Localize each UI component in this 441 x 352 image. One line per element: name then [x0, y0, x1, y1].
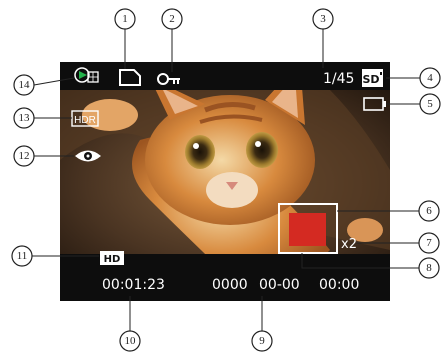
focus-box — [289, 213, 326, 246]
callout-4: 4 — [419, 67, 441, 89]
callout-3: 3 — [312, 8, 334, 30]
sd-card-icon: SD — [362, 69, 383, 87]
hd-video-icon: HD — [100, 251, 124, 265]
callout-8: 8 — [418, 257, 440, 279]
date-year: 0000 — [212, 277, 248, 293]
callout-5: 5 — [419, 93, 441, 115]
callout-12: 12 — [13, 145, 35, 167]
callout-1: 1 — [114, 8, 136, 30]
svg-text:13: 13 — [19, 112, 31, 124]
svg-text:HDR: HDR — [74, 115, 96, 126]
svg-text:SD: SD — [362, 73, 379, 86]
callout-11: 11 — [11, 245, 33, 267]
svg-text:1: 1 — [122, 13, 128, 25]
svg-text:2: 2 — [169, 13, 175, 25]
image-count: 1/45 — [323, 71, 354, 87]
callout-10: 10 — [119, 330, 141, 352]
svg-text:8: 8 — [426, 262, 432, 274]
elapsed-time: 00:01:23 — [102, 277, 165, 293]
svg-text:12: 12 — [19, 150, 30, 162]
callout-9: 9 — [251, 330, 273, 352]
lcd-screen: 1/45 SD HDR HD x2 00:01:23 0000 00-00 00… — [60, 62, 390, 301]
svg-text:10: 10 — [125, 335, 137, 347]
svg-text:HD: HD — [104, 254, 121, 265]
svg-text:6: 6 — [426, 205, 432, 217]
callout-14: 14 — [13, 74, 35, 96]
camera-display-diagram: 1/45 SD HDR HD x2 00:01:23 0000 00-00 00… — [11, 8, 441, 352]
svg-text:4: 4 — [427, 72, 433, 84]
date-month-day: 00-00 — [259, 277, 300, 293]
clock-time: 00:00 — [319, 277, 359, 293]
callout-7: 7 — [418, 232, 440, 254]
svg-text:9: 9 — [259, 335, 265, 347]
svg-text:14: 14 — [19, 79, 31, 91]
zoom-ratio: x2 — [341, 237, 357, 252]
callout-6: 6 — [418, 200, 440, 222]
svg-text:5: 5 — [427, 98, 433, 110]
callout-2: 2 — [161, 8, 183, 30]
svg-text:3: 3 — [320, 13, 326, 25]
callout-13: 13 — [13, 107, 35, 129]
svg-text:11: 11 — [17, 250, 28, 262]
svg-text:7: 7 — [426, 237, 432, 249]
